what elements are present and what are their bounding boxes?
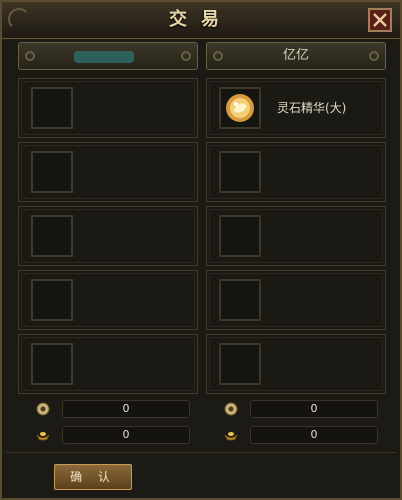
item-box[interactable] <box>219 279 261 321</box>
partner-silver-value: 0 <box>250 400 378 418</box>
my-trade-slot[interactable] <box>18 270 198 330</box>
item-box[interactable] <box>31 343 73 385</box>
partner-player-name: 亿亿 <box>282 48 309 63</box>
partner-gold-row: 0 <box>206 426 386 444</box>
item-box[interactable] <box>31 215 73 257</box>
my-silver-row: 0 <box>18 400 198 418</box>
my-gold-input[interactable]: 0 <box>62 426 190 444</box>
item-box[interactable] <box>219 87 261 129</box>
item-box[interactable] <box>219 215 261 257</box>
silver-coin-icon <box>224 402 238 416</box>
item-box[interactable] <box>31 151 73 193</box>
title-bar[interactable]: 交易 <box>2 2 400 39</box>
my-trade-slot[interactable] <box>18 334 198 394</box>
gold-ingot-icon <box>224 432 238 441</box>
divider <box>6 452 396 453</box>
my-trade-panel: 0 0 <box>18 42 198 444</box>
my-gold-row: 0 <box>18 426 198 444</box>
item-box[interactable] <box>31 279 73 321</box>
window-title: 交易 <box>169 9 233 30</box>
partner-trade-slot[interactable] <box>206 142 386 202</box>
spirit-stone-icon <box>226 94 254 122</box>
my-silver-input[interactable]: 0 <box>62 400 190 418</box>
my-player-name <box>19 43 197 69</box>
partner-trade-slot[interactable] <box>206 334 386 394</box>
partner-trade-panel: 亿亿 灵石精华(大) 0 0 <box>206 42 386 444</box>
item-name-label: 灵石精华(大) <box>277 101 347 115</box>
trade-window: 交易 0 0 亿亿 灵石精华(大) 0 0 确 认 <box>0 0 402 500</box>
close-x-icon <box>373 13 387 27</box>
partner-silver-row: 0 <box>206 400 386 418</box>
partner-trade-slot[interactable] <box>206 206 386 266</box>
partner-trade-slot[interactable] <box>206 270 386 330</box>
partner-gold-value: 0 <box>250 426 378 444</box>
partner-trade-slot[interactable]: 灵石精华(大) <box>206 78 386 138</box>
close-button[interactable] <box>368 8 392 32</box>
silver-coin-icon <box>36 402 50 416</box>
gold-ingot-icon <box>36 432 50 441</box>
partner-name-bar: 亿亿 <box>206 42 386 70</box>
confirm-button[interactable]: 确 认 <box>54 464 132 490</box>
item-box[interactable] <box>219 151 261 193</box>
item-box[interactable] <box>31 87 73 129</box>
my-trade-slot[interactable] <box>18 206 198 266</box>
my-trade-slot[interactable] <box>18 142 198 202</box>
my-trade-slot[interactable] <box>18 78 198 138</box>
item-box[interactable] <box>219 343 261 385</box>
my-name-bar <box>18 42 198 70</box>
